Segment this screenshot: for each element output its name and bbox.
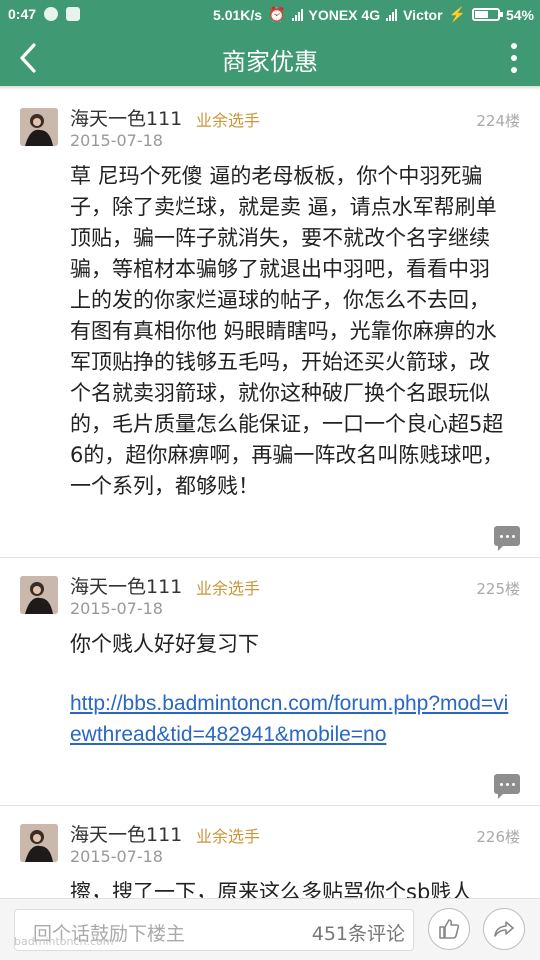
user-rank-badge: 业余选手: [196, 827, 261, 846]
bottom-bar: 回个话鼓励下楼主 451条评论 badmintoncn.com: [0, 898, 540, 960]
author-name[interactable]: 海天一色111: [70, 104, 182, 131]
user-rank-badge: 业余选手: [196, 579, 261, 598]
avatar[interactable]: [20, 576, 58, 614]
nav-bar: 商家优惠: [0, 30, 540, 86]
user-rank-badge: 业余选手: [196, 111, 261, 130]
post-content: 草 尼玛个死傻 逼的老母板板，你个中羽死骗子，除了卖烂球，就是卖 逼，请点水军帮…: [70, 164, 504, 498]
post-224: 海天一色111 业余选手 2015-07-18 224楼 草 尼玛个死傻 逼的老…: [0, 90, 540, 558]
notification-icon: [44, 7, 59, 21]
post-226: 海天一色111 业余选手 2015-07-18 226楼 擦，搜了一下，原来这么…: [0, 806, 540, 898]
page-title: 商家优惠: [222, 48, 318, 76]
floor-number: 224楼: [476, 112, 520, 130]
charging-icon: ⚡: [448, 6, 466, 22]
post-date: 2015-07-18: [70, 847, 163, 866]
avatar[interactable]: [20, 824, 58, 862]
status-time: 0:47: [8, 6, 37, 22]
signal-icon: [291, 8, 303, 21]
author-name[interactable]: 海天一色111: [70, 820, 182, 847]
more-vertical-icon[interactable]: [504, 40, 524, 76]
author-name[interactable]: 海天一色111: [70, 572, 182, 599]
watermark: badmintoncn.com: [14, 935, 114, 948]
reply-icon[interactable]: [494, 774, 520, 799]
battery-percent: 54%: [505, 6, 534, 23]
post-content: 擦，搜了一下，原来这么多贴骂你个sb贱人: [70, 880, 473, 898]
status-bar: 0:47 5.01K/s ⏰ YONEX 4G Victor ⚡ 54%: [0, 0, 540, 30]
app-notification-icon: [66, 7, 81, 21]
net-speed: 5.01K/s: [213, 6, 263, 23]
post-225: 海天一色111 业余选手 2015-07-18 225楼 你个贱人好好复习下 h…: [0, 558, 540, 806]
floor-number: 225楼: [476, 580, 520, 598]
post-date: 2015-07-18: [70, 131, 163, 150]
carrier-1: YONEX 4G: [308, 6, 381, 23]
reply-icon[interactable]: [494, 526, 520, 551]
alarm-icon: ⏰: [268, 6, 286, 22]
carrier-2: Victor: [403, 6, 443, 23]
share-icon[interactable]: [483, 908, 525, 950]
battery-icon: [471, 8, 503, 21]
post-date: 2015-07-18: [70, 599, 163, 618]
post-content: 你个贱人好好复习下: [70, 632, 259, 656]
floor-number: 226楼: [476, 828, 520, 846]
thumbs-up-icon[interactable]: [428, 908, 470, 950]
signal-icon-2: [386, 8, 398, 21]
post-link[interactable]: http://bbs.badmintoncn.com/forum.php?mod…: [70, 688, 510, 750]
comment-count[interactable]: 451条评论: [312, 919, 405, 946]
avatar[interactable]: [20, 108, 58, 146]
